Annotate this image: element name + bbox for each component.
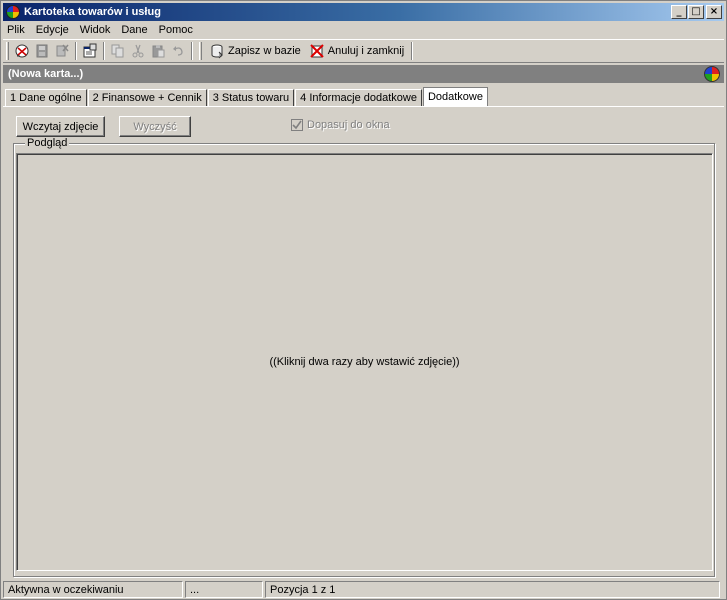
toolbar-grip[interactable]	[199, 42, 202, 60]
toolbar: Zapisz w bazie Anuluj i zamknij	[3, 39, 724, 63]
delete-icon[interactable]	[52, 42, 72, 60]
menu-edycje[interactable]: Edycje	[30, 24, 74, 36]
app-window: Kartoteka towarów i usług _ □ × Plik Edy…	[0, 0, 727, 600]
menu-pomoc[interactable]: Pomoc	[153, 24, 198, 36]
save-to-database-label: Zapisz w bazie	[228, 45, 301, 57]
photo-preview-area[interactable]: ((Kliknij dwa razy aby wstawić zdjęcie))	[16, 153, 713, 571]
cancel-close-icon	[310, 44, 324, 58]
toolbar-separator	[103, 42, 105, 60]
properties-icon[interactable]	[80, 42, 100, 60]
status-middle: ...	[185, 581, 263, 598]
window-title: Kartoteka towarów i usług	[24, 6, 161, 18]
tab-panel-border	[3, 106, 724, 107]
tab-informacje-dodatkowe[interactable]: 4 Informacje dodatkowe	[295, 89, 422, 107]
menu-plik[interactable]: Plik	[3, 24, 30, 36]
card-header: (Nowa karta...)	[3, 65, 724, 83]
toolbar-separator	[75, 42, 77, 60]
menu-widok[interactable]: Widok	[74, 24, 116, 36]
cancel-and-close-button[interactable]: Anuluj i zamknij	[305, 41, 408, 61]
cancel-and-close-label: Anuluj i zamknij	[327, 45, 405, 57]
fit-window-checkbox[interactable]: Dopasuj do okna	[291, 119, 390, 131]
save-to-database-button[interactable]: Zapisz w bazie	[205, 41, 305, 61]
window-controls: _ □ ×	[670, 5, 722, 19]
save-icon[interactable]	[32, 42, 52, 60]
database-save-icon	[211, 44, 223, 59]
close-button[interactable]: ×	[706, 5, 722, 19]
copy-icon[interactable]	[108, 42, 128, 60]
preview-group-label: Podgląd	[25, 137, 70, 149]
load-photo-button[interactable]: Wczytaj zdjęcie	[16, 116, 105, 137]
undo-icon[interactable]	[168, 42, 188, 60]
toolbar-separator	[411, 42, 414, 60]
new-record-icon[interactable]	[12, 42, 32, 60]
paste-icon[interactable]	[148, 42, 168, 60]
card-title: (Nowa karta...)	[8, 68, 84, 80]
tab-dodatkowe[interactable]: Dodatkowe	[422, 87, 488, 107]
app-logo-icon	[6, 5, 20, 19]
clear-button[interactable]: Wyczyść	[119, 116, 191, 137]
status-bar: Aktywna w oczekiwaniu ... Pozycja 1 z 1	[3, 581, 724, 599]
menu-dane[interactable]: Dane	[115, 24, 152, 36]
checkmark-icon	[292, 120, 302, 130]
toolbar-separator	[191, 42, 193, 60]
tab-dane-ogolne[interactable]: 1 Dane ogólne	[5, 89, 87, 107]
brand-logo-icon	[704, 66, 720, 82]
tab-status-towaru[interactable]: 3 Status towaru	[207, 89, 295, 107]
tab-strip: 1 Dane ogólne 2 Finansowe + Cennik 3 Sta…	[5, 87, 489, 107]
fit-window-label: Dopasuj do okna	[307, 119, 390, 131]
preview-hint: ((Kliknij dwa razy aby wstawić zdjęcie))	[269, 356, 460, 368]
title-bar[interactable]: Kartoteka towarów i usług _ □ ×	[3, 3, 724, 21]
toolbar-grip[interactable]	[6, 42, 9, 60]
status-position: Pozycja 1 z 1	[265, 581, 720, 598]
menu-bar: Plik Edycje Widok Dane Pomoc	[3, 22, 724, 38]
maximize-button[interactable]: □	[688, 5, 704, 19]
tab-finansowe-cennik[interactable]: 2 Finansowe + Cennik	[87, 89, 207, 107]
cut-icon[interactable]	[128, 42, 148, 60]
fit-window-checkbox-box[interactable]	[291, 119, 303, 131]
minimize-button[interactable]: _	[671, 5, 687, 19]
status-state: Aktywna w oczekiwaniu	[3, 581, 183, 598]
